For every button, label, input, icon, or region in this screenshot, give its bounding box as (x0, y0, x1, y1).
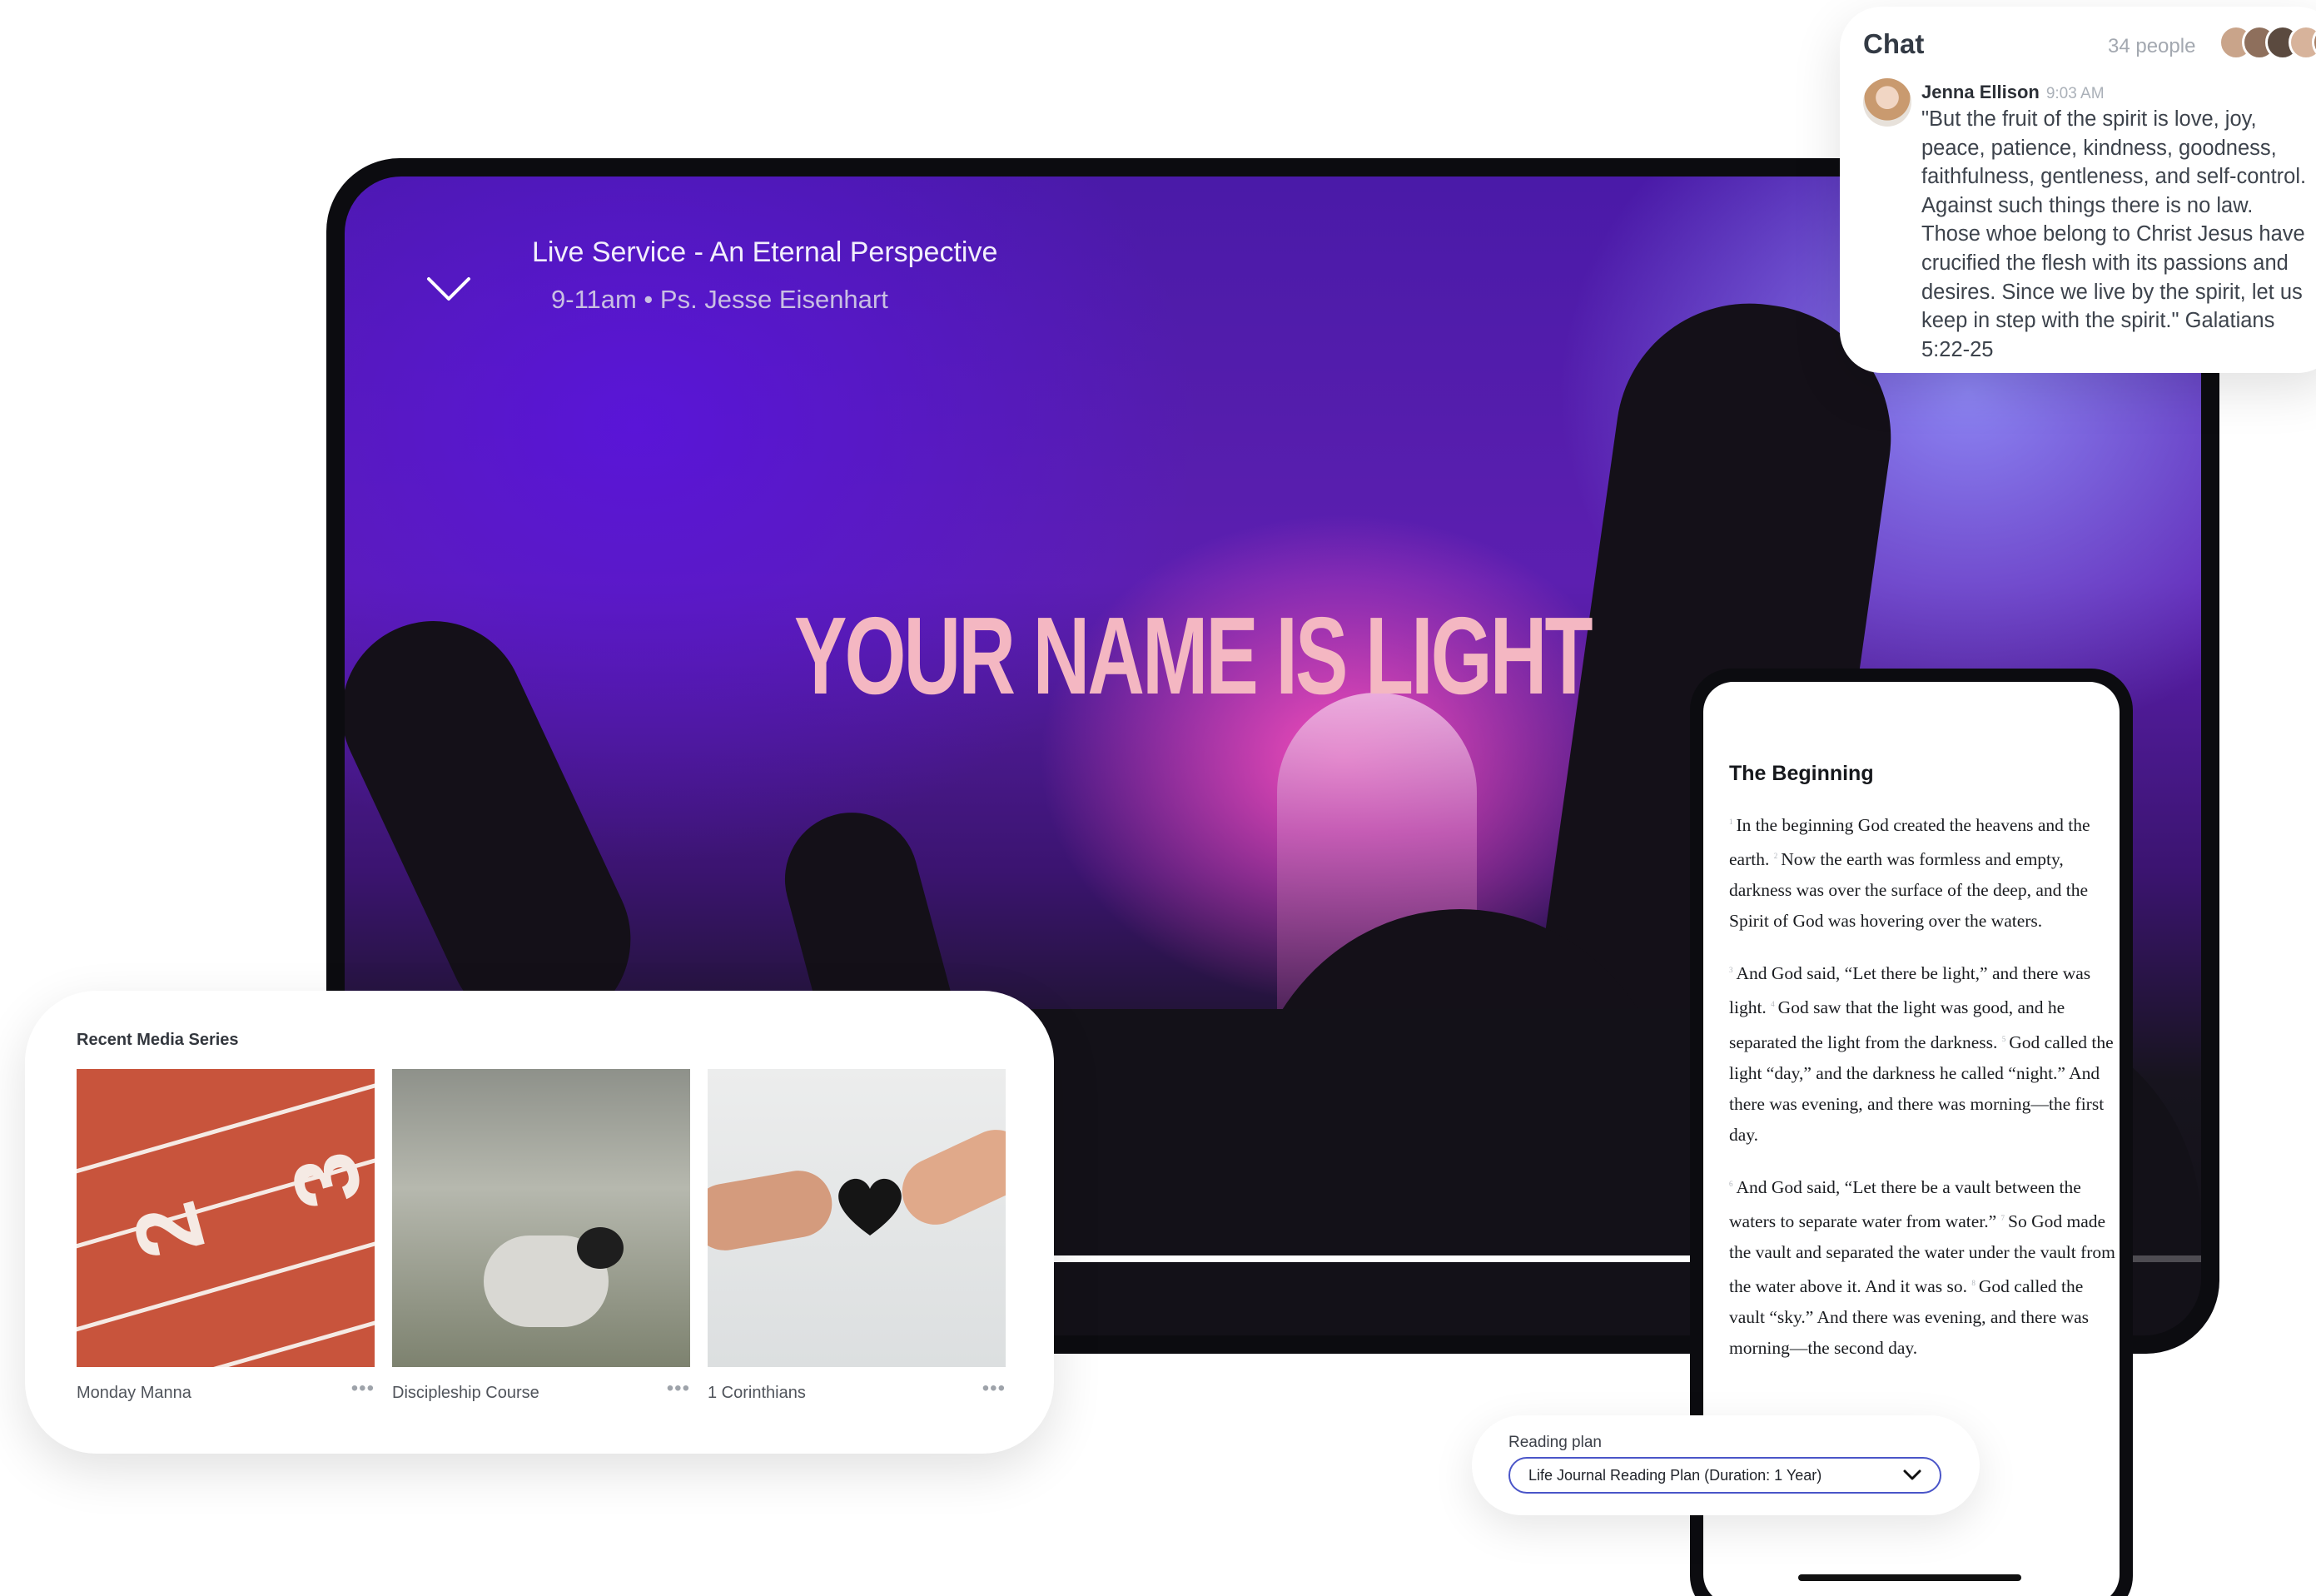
media-title: 1 Corinthians (708, 1384, 806, 1402)
media-item[interactable]: 2 3 Monday Manna ••• (77, 1069, 375, 1402)
chat-people-count[interactable]: 34 people (2108, 35, 2195, 58)
chapter-title: The Beginning (1729, 762, 1874, 785)
reading-plan-card: Reading plan Life Journal Reading Plan (… (1472, 1415, 1980, 1515)
verse-number: 1 (1729, 818, 1733, 826)
scripture-paragraph: 6 And God said, “Let there be a vault bet… (1729, 1169, 2120, 1364)
collapse-button[interactable] (420, 260, 478, 318)
media-heading: Recent Media Series (77, 1031, 239, 1049)
scripture-paragraph: 1 In the beginning God created the heaven… (1729, 807, 2120, 937)
chevron-down-icon (427, 277, 470, 301)
verse-number: 2 (1773, 852, 1778, 861)
video-title: Live Service - An Eternal Perspective (532, 236, 998, 268)
verse-number: 5 (2001, 1034, 2006, 1043)
recent-media-series-card: Recent Media Series 2 3 Monday Manna •••… (25, 991, 1054, 1454)
media-item[interactable]: 1 Corinthians ••• (708, 1069, 1006, 1402)
verse-number: 7 (2000, 1213, 2005, 1222)
more-options-icon[interactable]: ••• (982, 1377, 1006, 1400)
heart-icon (838, 1178, 902, 1236)
message-time: 9:03 AM (2045, 85, 2105, 102)
scripture-text: 1 In the beginning God created the heaven… (1729, 807, 2120, 1382)
scripture-paragraph: 3 And God said, “Let there be light,” and… (1729, 955, 2120, 1150)
chat-panel: Chat 34 people Jenna Ellison 9:03 AM "But… (1840, 7, 2316, 373)
lyric-overlay: YOUR NAME IS LIGHT (794, 594, 1593, 717)
reading-plan-selected: Life Journal Reading Plan (Duration: 1 Y… (1528, 1466, 1822, 1484)
chat-title: Chat (1863, 28, 1925, 59)
chevron-down-icon (1903, 1469, 1921, 1480)
chat-avatar-stack[interactable] (2219, 25, 2316, 60)
media-title: Discipleship Course (392, 1384, 539, 1402)
media-thumbnail-heart[interactable] (708, 1069, 1006, 1367)
home-indicator[interactable] (1798, 1574, 2021, 1581)
verse-number: 8 (1971, 1279, 1976, 1288)
media-title: Monday Manna (77, 1384, 191, 1402)
more-options-icon[interactable]: ••• (351, 1377, 375, 1400)
message-text: "But the fruit of the spirit is love, jo… (1921, 107, 2307, 361)
reading-plan-select[interactable]: Life Journal Reading Plan (Duration: 1 Y… (1508, 1457, 1941, 1494)
reading-plan-label: Reading plan (1508, 1434, 1602, 1451)
verse-text[interactable]: Now the earth was formless and empty, da… (1729, 849, 2088, 931)
media-thumbnail-running-track[interactable]: 2 3 (77, 1069, 375, 1367)
message-author: Jenna Ellison 9:03 AM (1921, 82, 2105, 102)
verse-number: 3 (1729, 966, 1733, 975)
video-subtitle: 9-11am • Ps. Jesse Eisenhart (551, 285, 888, 314)
more-options-icon[interactable]: ••• (667, 1377, 690, 1400)
verse-number: 4 (1771, 1000, 1775, 1009)
media-thumbnail-sheep[interactable] (392, 1069, 690, 1367)
avatar (1863, 78, 1911, 127)
verse-number: 6 (1729, 1179, 1733, 1188)
media-item[interactable]: Discipleship Course ••• (392, 1069, 690, 1402)
